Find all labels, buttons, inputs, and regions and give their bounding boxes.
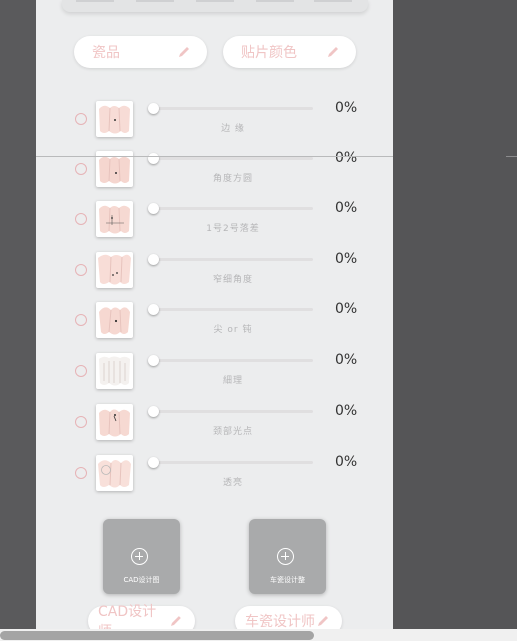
slider-track[interactable]: [153, 308, 313, 311]
pencil-icon: [328, 47, 338, 57]
plus-circle-icon: [277, 548, 294, 565]
row-select-radio[interactable]: [75, 314, 87, 326]
pencil-icon: [171, 616, 182, 626]
adjustment-row-cervical-highlight: 颈部光点 0%: [36, 403, 393, 449]
adjustment-label: 窄细角度: [212, 275, 253, 285]
adjustment-label: 尖 or 钝: [213, 325, 253, 335]
veneer-color-selector-button[interactable]: 贴片颜色: [223, 36, 356, 68]
adjustment-row-narrow-angle: 窄细角度 0%: [36, 251, 393, 297]
pencil-icon: [318, 616, 328, 626]
slider-handle[interactable]: [148, 254, 159, 265]
adjustment-value: 0%: [335, 454, 358, 470]
slider-handle[interactable]: [148, 457, 159, 468]
slider-track[interactable]: [153, 410, 313, 413]
cad-design-upload-button[interactable]: CAD设计图: [103, 519, 180, 594]
tooth-thumbnail: [96, 455, 133, 491]
slider-track[interactable]: [153, 461, 313, 464]
tooth-thumbnail: [96, 404, 133, 440]
row-select-radio[interactable]: [75, 365, 87, 377]
adjustment-value: 0%: [335, 100, 358, 116]
adjustment-value: 0%: [335, 301, 358, 317]
adjustment-row-translucency: 透亮 0%: [36, 454, 393, 500]
tooth-thumbnail: [96, 101, 133, 137]
adjustment-label: 透亮: [222, 478, 243, 488]
veneer-color-label: 贴片颜色: [241, 45, 297, 61]
adjustment-value: 0%: [335, 251, 358, 267]
adjustment-row-texture: 細理 0%: [36, 352, 393, 398]
tooth-thumbnail: [96, 353, 133, 389]
slider-handle[interactable]: [148, 304, 159, 315]
adjustment-row-height-difference: 1号2号落差 0%: [36, 200, 393, 246]
slider-handle[interactable]: [148, 103, 159, 114]
row-select-radio[interactable]: [75, 264, 87, 276]
pencil-icon: [179, 47, 189, 57]
slider-handle[interactable]: [148, 355, 159, 366]
slider-track[interactable]: [153, 258, 313, 261]
divider-line: [36, 156, 393, 157]
slider-track[interactable]: [153, 359, 313, 362]
tooth-thumbnail: [96, 252, 133, 288]
adjustment-label: 角度方圆: [212, 174, 253, 184]
adjustment-value: 0%: [335, 403, 358, 419]
backdrop-right: [393, 0, 517, 641]
adjustment-row-edge: 边 缘 0%: [36, 100, 393, 146]
row-select-radio[interactable]: [75, 163, 87, 175]
slider-track[interactable]: [153, 157, 313, 160]
adjustment-row-sharp-or-blunt: 尖 or 钝 0%: [36, 301, 393, 347]
row-select-radio[interactable]: [75, 416, 87, 428]
row-select-radio[interactable]: [75, 213, 87, 225]
horizontal-scrollbar-thumb[interactable]: [0, 631, 314, 640]
divider-line-extension: [506, 156, 517, 157]
porcelain-selector-button[interactable]: 瓷品: [74, 36, 207, 68]
adjustment-label: 颈部光点: [212, 427, 253, 437]
slider-handle[interactable]: [148, 153, 159, 164]
tooth-thumbnail: [96, 302, 133, 338]
slider-handle[interactable]: [148, 406, 159, 417]
tooth-thumbnail: [96, 201, 133, 237]
porcelain-design-upload-label: 车瓷设计整: [270, 576, 305, 584]
adjustment-value: 0%: [335, 352, 358, 368]
slider-handle[interactable]: [148, 203, 159, 214]
adjustment-label: 边 缘: [221, 124, 245, 134]
cad-design-upload-label: CAD设计图: [123, 576, 160, 584]
adjustment-value: 0%: [335, 150, 358, 166]
row-select-radio[interactable]: [75, 467, 87, 479]
slider-track[interactable]: [153, 107, 313, 110]
adjustment-row-angle-shape: 角度方圆 0%: [36, 150, 393, 196]
slider-track[interactable]: [153, 207, 313, 210]
porcelain-designer-label: 车瓷设计师: [245, 614, 315, 630]
porcelain-selector-label: 瓷品: [92, 45, 120, 61]
porcelain-design-upload-button[interactable]: 车瓷设计整: [249, 519, 326, 594]
adjustment-label: 1号2号落差: [206, 224, 260, 234]
adjustment-label: 細理: [222, 376, 243, 386]
adjustment-value: 0%: [335, 200, 358, 216]
row-select-radio[interactable]: [75, 113, 87, 125]
top-toolbar-strip: [62, 0, 368, 12]
plus-circle-icon: [131, 548, 148, 565]
